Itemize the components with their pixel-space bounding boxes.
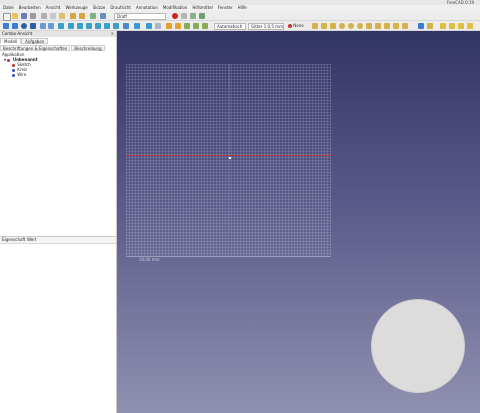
save-icon[interactable] (21, 13, 27, 19)
tab-tasks[interactable]: Aufgaben (21, 38, 49, 44)
annotation-dimension-icon[interactable] (458, 23, 464, 29)
draft-shapestring-icon[interactable] (427, 23, 433, 29)
draft-arc-icon[interactable] (339, 23, 345, 29)
snap-dimensions-icon[interactable] (202, 23, 208, 29)
whats-this-icon[interactable] (100, 13, 106, 19)
top-view-icon[interactable] (77, 23, 83, 29)
combo-view-panel: Combo-Ansicht ✕ Modell Aufgaben Beschrif… (0, 31, 117, 413)
draft-fillet-icon[interactable] (330, 23, 336, 29)
cursor-point (229, 157, 231, 159)
draw-style-selector[interactable]: None (288, 23, 305, 30)
subtab-description[interactable]: Beschreibung (71, 45, 105, 51)
rear-view-icon[interactable] (95, 23, 101, 29)
draft-ellipse-icon[interactable] (357, 23, 363, 29)
snap-lock-icon[interactable] (184, 23, 190, 29)
expand-arrow-icon[interactable]: ▾ (4, 57, 6, 62)
property-column-header[interactable]: Eigenschaft (2, 237, 25, 243)
draft-facebinder-icon[interactable] (418, 23, 424, 29)
3d-view[interactable]: 10,00 mm (117, 31, 480, 413)
document-tree: Applikation ▾ Unbenannt Sketch Kreis Wir… (0, 52, 116, 77)
scale-ruler-label: 10,00 mm (139, 257, 160, 262)
draft-circle-icon[interactable] (348, 23, 354, 29)
value-column-header[interactable]: Wert (27, 237, 36, 243)
workbench-selector[interactable]: Draft (114, 13, 166, 20)
draw-style-icon[interactable] (21, 23, 27, 29)
draft-wire-icon[interactable] (321, 23, 327, 29)
refresh-icon[interactable] (90, 13, 96, 19)
wire-icon (12, 73, 15, 77)
grid-size-selector[interactable]: Gitter 1 0,5 mm (248, 23, 284, 30)
macro-stop-icon[interactable] (181, 13, 187, 19)
y-axis-line (229, 64, 230, 256)
link-icon[interactable] (155, 23, 161, 29)
copy-icon[interactable] (50, 13, 56, 19)
tab-model[interactable]: Modell (0, 38, 22, 44)
no-entry-icon (288, 24, 292, 28)
annotation-label-icon[interactable] (449, 23, 455, 29)
print-icon[interactable] (30, 13, 36, 19)
snap-grid-icon[interactable] (193, 23, 199, 29)
annotation-style-icon[interactable] (467, 23, 473, 29)
cube-view-icon[interactable] (134, 23, 140, 29)
navigation-cube[interactable] (371, 299, 465, 393)
left-view-icon[interactable] (113, 23, 119, 29)
snap-mode-value: Automatisch (217, 24, 243, 29)
combo-tabs: Modell Aufgaben (0, 38, 49, 44)
macro-run-icon[interactable] (199, 13, 205, 19)
workbench-value: Draft (117, 14, 128, 19)
document-icon (7, 58, 11, 62)
draft-rectangle-icon[interactable] (366, 23, 372, 29)
right-view-icon[interactable] (86, 23, 92, 29)
undo-icon[interactable] (70, 13, 76, 19)
close-icon[interactable]: ✕ (111, 31, 114, 37)
fit-selection-icon[interactable] (12, 23, 18, 29)
draft-bspline-icon[interactable] (384, 23, 390, 29)
new-file-icon[interactable] (3, 13, 11, 21)
view-toolbar: Automatisch Gitter 1 0,5 mm None (0, 21, 480, 31)
draft-point-icon[interactable] (402, 23, 408, 29)
draft-bezier-icon[interactable] (393, 23, 399, 29)
annotation-text-icon[interactable] (440, 23, 446, 29)
draw-style-value: None (293, 23, 304, 28)
file-toolbar: Draft (0, 11, 480, 21)
nav-forward-icon[interactable] (48, 23, 54, 29)
measure-icon[interactable] (123, 23, 129, 29)
nav-back-icon[interactable] (40, 23, 46, 29)
cut-icon[interactable] (41, 13, 47, 19)
group-icon[interactable] (175, 23, 181, 29)
bottom-view-icon[interactable] (104, 23, 110, 29)
snap-mode-selector[interactable]: Automatisch (214, 23, 246, 30)
record-macro-icon[interactable] (172, 13, 178, 19)
draft-polygon-icon[interactable] (375, 23, 381, 29)
tree-item-wire[interactable]: Wire (0, 72, 116, 77)
subtab-labels[interactable]: Beschriftungen & Eigenschaften (0, 45, 71, 51)
redo-icon[interactable] (79, 13, 85, 19)
fit-all-icon[interactable] (3, 23, 9, 29)
tree-subtabs: Beschriftungen & Eigenschaften Beschreib… (0, 45, 105, 51)
combo-view-title-text: Combo-Ansicht (2, 31, 33, 36)
sync-view-icon[interactable] (30, 23, 36, 29)
view-menu-icon[interactable] (146, 23, 152, 29)
part-icon[interactable] (166, 23, 172, 29)
isometric-icon[interactable] (58, 23, 64, 29)
draft-line-icon[interactable] (312, 23, 318, 29)
paste-icon[interactable] (59, 13, 65, 19)
open-file-icon[interactable] (12, 13, 18, 19)
property-header: Eigenschaft Wert (0, 236, 116, 244)
front-view-icon[interactable] (68, 23, 74, 29)
grid-size-value: Gitter 1 0,5 mm (251, 24, 283, 29)
tree-item-label: Wire (17, 72, 27, 77)
macro-edit-icon[interactable] (190, 13, 196, 19)
combo-view-title: Combo-Ansicht ✕ (0, 31, 116, 37)
